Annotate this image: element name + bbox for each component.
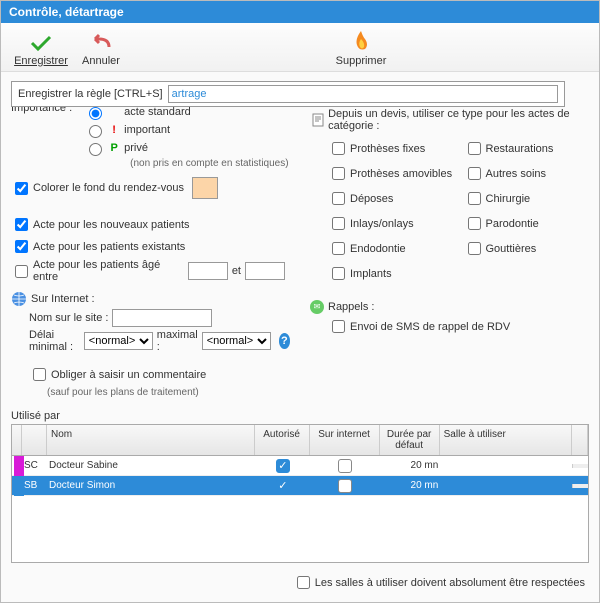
- user-name: Docteur Simon: [47, 478, 255, 493]
- color-swatch[interactable]: [192, 177, 218, 199]
- users-grid: Nom Autorisé Sur internet Durée par défa…: [11, 424, 589, 563]
- save-tooltip: Enregistrer la règle [CTRL+S]: [11, 81, 565, 107]
- table-row[interactable]: SBDocteur Simon ✓ 20 mn: [12, 476, 588, 496]
- cat-autres-soins-checkbox[interactable]: [468, 167, 481, 180]
- help-icon[interactable]: ?: [279, 333, 290, 349]
- document-icon: [310, 112, 324, 128]
- user-code: SB: [22, 478, 47, 493]
- sms-icon: ✉: [310, 300, 324, 314]
- window-title: Contrôle, détartrage: [1, 1, 599, 23]
- cat-inlays-checkbox[interactable]: [332, 217, 345, 230]
- room-cell[interactable]: [440, 464, 572, 468]
- delay-min-select[interactable]: <normal>: [84, 332, 153, 350]
- save-button[interactable]: Enregistrer: [11, 31, 71, 69]
- color-background-checkbox[interactable]: [15, 182, 28, 195]
- cat-endodontie-checkbox[interactable]: [332, 242, 345, 255]
- table-row[interactable]: SCDocteur Sabine ✓ 20 mn: [12, 456, 588, 476]
- age-max-input[interactable]: [245, 262, 285, 280]
- default-duration: 20 mn: [380, 458, 440, 473]
- rooms-mandatory-checkbox[interactable]: [297, 576, 310, 589]
- cat-deposes-checkbox[interactable]: [332, 192, 345, 205]
- user-name: Docteur Sabine: [47, 458, 255, 473]
- cat-protheses-fixes-checkbox[interactable]: [332, 142, 345, 155]
- user-code: SC: [22, 458, 47, 473]
- sms-reminder-checkbox[interactable]: [332, 320, 345, 333]
- on-internet-checkbox[interactable]: [338, 479, 352, 493]
- age-min-input[interactable]: [188, 262, 228, 280]
- cat-implants-checkbox[interactable]: [332, 267, 345, 280]
- default-duration: 20 mn: [380, 478, 440, 493]
- authorized-checkbox[interactable]: ✓: [276, 459, 290, 473]
- internet-section-label: Sur Internet :: [31, 293, 95, 305]
- delay-max-select[interactable]: <normal>: [202, 332, 271, 350]
- delete-button[interactable]: Supprimer: [331, 27, 391, 69]
- importance-private-radio[interactable]: [89, 143, 102, 156]
- flame-icon: [351, 29, 371, 53]
- existing-patients-checkbox[interactable]: [15, 240, 28, 253]
- age-range-checkbox[interactable]: [15, 265, 28, 278]
- checkmark-icon: [29, 33, 53, 53]
- rule-name-input[interactable]: [168, 85, 558, 103]
- undo-arrow-icon: [89, 33, 113, 53]
- site-name-input[interactable]: [112, 309, 212, 327]
- cat-parodontie-checkbox[interactable]: [468, 217, 481, 230]
- on-internet-checkbox[interactable]: [338, 459, 352, 473]
- importance-standard-radio[interactable]: [89, 107, 102, 120]
- cancel-button[interactable]: Annuler: [71, 31, 131, 69]
- reminders-section-label: Rappels :: [328, 301, 374, 313]
- cat-protheses-amovibles-checkbox[interactable]: [332, 167, 345, 180]
- authorized-checkbox[interactable]: ✓: [276, 479, 290, 493]
- grid-scrollbar[interactable]: [572, 464, 588, 468]
- cat-gouttieres-checkbox[interactable]: [468, 242, 481, 255]
- cat-restaurations-checkbox[interactable]: [468, 142, 481, 155]
- cat-chirurgie-checkbox[interactable]: [468, 192, 481, 205]
- importance-important-radio[interactable]: [89, 125, 102, 138]
- used-by-label: Utilisé par: [11, 410, 599, 422]
- grid-scrollbar[interactable]: [572, 484, 588, 488]
- room-cell[interactable]: [440, 484, 572, 488]
- globe-icon: [11, 291, 27, 307]
- devis-section-label: Depuis un devis, utiliser ce type pour l…: [328, 108, 589, 132]
- new-patients-checkbox[interactable]: [15, 218, 28, 231]
- toolbar: Enregistrer Annuler Supprimer Enregistre…: [1, 23, 599, 72]
- force-comment-checkbox[interactable]: [33, 368, 46, 381]
- rooms-mandatory-label: Les salles à utiliser doivent absolument…: [315, 577, 585, 589]
